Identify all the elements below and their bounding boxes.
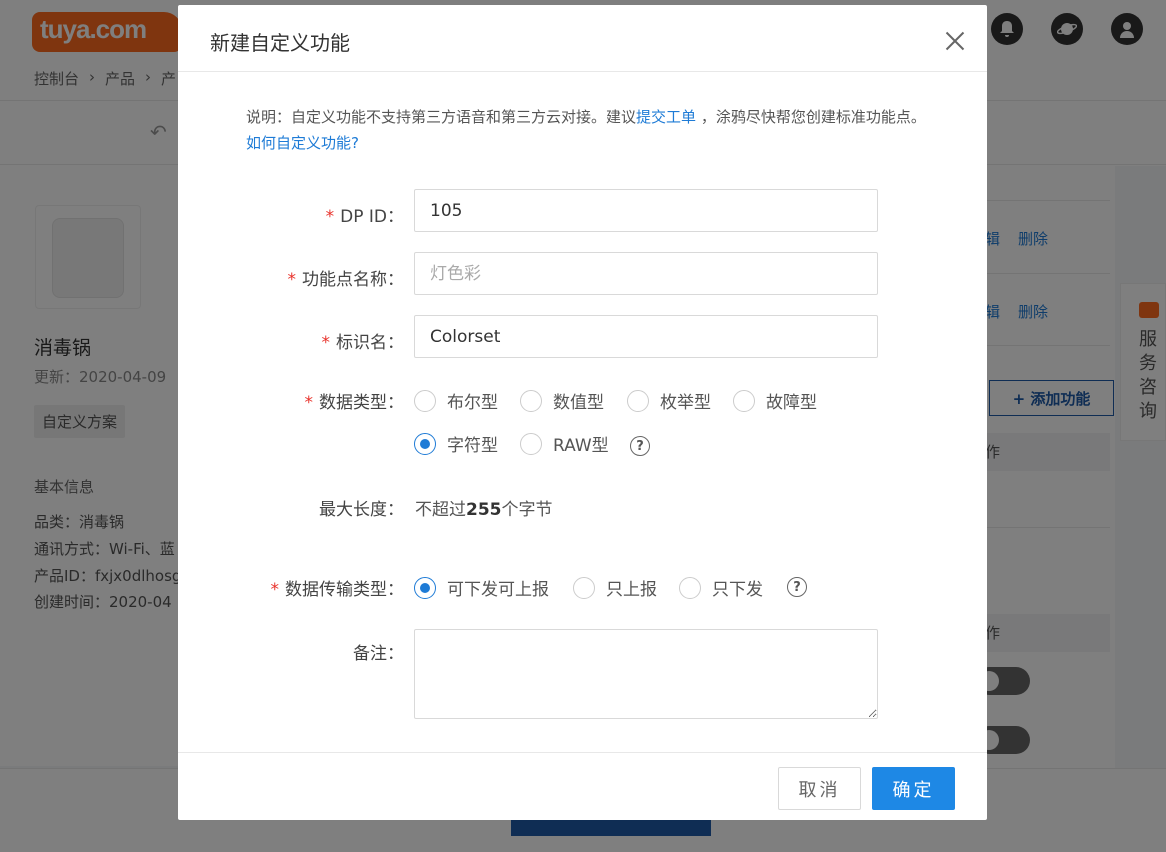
remark-textarea[interactable] [414,629,878,719]
required-mark: * [270,580,280,600]
radio-label: 只下发 [712,580,763,600]
radio-circle [520,432,542,455]
radio-label: 字符型 [447,436,498,456]
dialog-header: 新建自定义功能 [178,5,987,72]
radio-label: 只上报 [606,580,657,600]
dialog-description: 说明：自定义功能不支持第三方语音和第三方云对接。建议提交工单 ，涂鸦尽快帮您创建… [246,104,926,156]
dialog-title: 新建自定义功能 [210,31,350,55]
transfer-type-label: * 数据传输类型： [271,575,405,600]
radio-send-and-report[interactable]: 可下发可上报 [414,575,549,600]
radio-circle [414,432,436,455]
radio-enum[interactable]: 枚举型 [627,388,711,413]
required-mark: * [287,270,297,290]
max-length-label: 最大长度： [319,500,404,520]
help-icon[interactable]: ? [787,577,807,597]
function-name-label-text: 功能点名称： [302,270,404,290]
radio-circle [733,389,755,412]
radio-fault[interactable]: 故障型 [733,388,817,413]
required-mark: * [325,207,335,227]
remark-label: 备注： [353,644,404,664]
radio-label: 数值型 [553,393,604,413]
identifier-label: * 标识名： [322,328,405,353]
radio-circle [414,576,436,599]
dpid-label: * DP ID： [326,202,404,227]
required-mark: * [321,333,331,353]
max-length-prefix: 不超过 [415,500,466,520]
max-length-number: 255 [466,500,502,520]
radio-circle [414,389,436,412]
radio-circle [573,576,595,599]
radio-raw[interactable]: RAW型 [520,431,609,456]
radio-circle [679,576,701,599]
identifier-label-text: 标识名： [336,333,404,353]
required-mark: * [304,393,314,413]
radio-label: 枚举型 [660,393,711,413]
max-length-value: 不超过255个字节 [415,495,553,520]
transfer-type-label-text: 数据传输类型： [285,580,404,600]
radio-boolean[interactable]: 布尔型 [414,388,498,413]
radio-report-only[interactable]: 只上报 [573,575,657,600]
confirm-button[interactable]: 确定 [872,767,955,810]
cancel-button[interactable]: 取消 [778,767,861,810]
radio-send-only[interactable]: 只下发 [679,575,763,600]
identifier-input[interactable] [414,315,878,358]
dpid-input[interactable] [414,189,878,232]
close-icon[interactable] [945,31,965,51]
radio-number[interactable]: 数值型 [520,388,604,413]
radio-label: 可下发可上报 [447,580,549,600]
data-type-label: * 数据类型： [305,388,405,413]
max-length-suffix: 个字节 [501,500,553,520]
function-name-input[interactable] [414,252,878,295]
radio-string[interactable]: 字符型 [414,431,498,456]
dialog-footer: 取消 确定 [178,752,987,820]
submit-ticket-link[interactable]: 提交工单 [636,108,696,126]
function-name-label: * 功能点名称： [288,265,405,290]
dpid-label-text: DP ID： [340,207,404,227]
how-to-customize-link[interactable]: 如何自定义功能? [246,134,359,152]
radio-label: RAW型 [553,436,609,456]
custom-function-dialog: 新建自定义功能 说明：自定义功能不支持第三方语音和第三方云对接。建议提交工单 ，… [178,5,987,820]
description-text: ，涂鸦尽快帮您创建标准功能点。 [700,108,926,126]
radio-label: 故障型 [766,393,817,413]
description-text: 说明：自定义功能不支持第三方语音和第三方云对接。建议 [246,108,637,126]
radio-label: 布尔型 [447,393,498,413]
data-type-label-text: 数据类型： [319,393,404,413]
radio-circle [520,389,542,412]
radio-circle [627,389,649,412]
help-icon[interactable]: ? [630,436,650,456]
